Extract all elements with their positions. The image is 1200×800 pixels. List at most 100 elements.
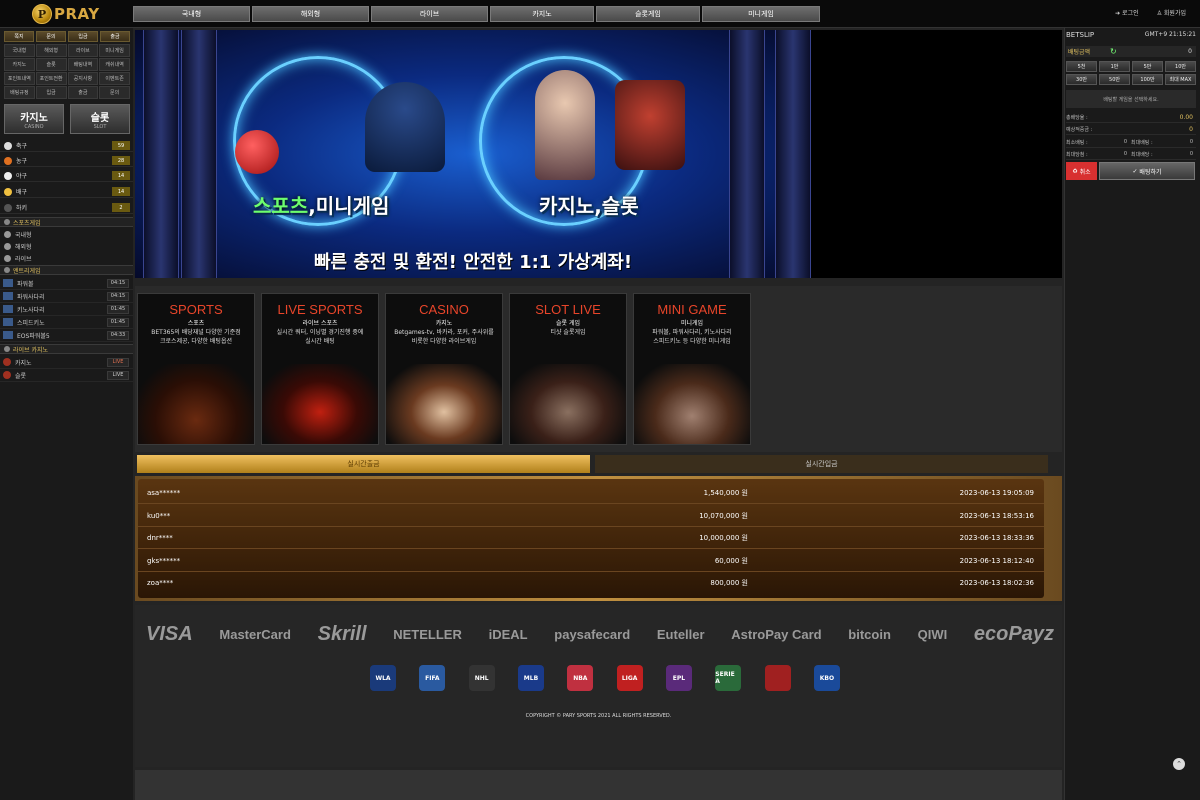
section-entry-games: 엔트리게임 (0, 265, 133, 275)
sport-label: 야구 (16, 173, 28, 180)
bet-limits-row: 최소배팅 : 0 최대배팅 : 0 (1066, 137, 1196, 148)
chip-button[interactable]: 1만 (1099, 61, 1130, 72)
nav-overseas[interactable]: 해외형 (252, 6, 369, 22)
tab-realtime-withdraw[interactable]: 실시간출금 (137, 455, 590, 473)
cancel-button[interactable]: ♻ 취소 (1066, 162, 1097, 180)
ball-icon (4, 243, 11, 250)
chip-button[interactable]: 5천 (1066, 61, 1097, 72)
game-card-casino[interactable]: CASINO 카지노 Betgames-tv, 바카라, 포커, 주사위를 비롯… (385, 293, 503, 445)
bet-amount-input[interactable]: 0 (1120, 48, 1196, 55)
minigame-row[interactable]: 키노사다리 01:45 (0, 303, 133, 316)
menu-item[interactable]: 포인트내역 (4, 72, 35, 85)
list-item: ku0*** 10,070,000 원 2023-06-13 18:53:16 (138, 505, 1044, 527)
banner-sports-caption: 스포츠,미니게임 (253, 194, 390, 218)
chip-button[interactable]: 30만 (1066, 74, 1097, 85)
sidebar-item-domestic[interactable]: 국내형 (0, 229, 133, 240)
casino-slot-tabs: 카지노 CASINO 슬롯 SLOT (4, 104, 130, 134)
volleyball-icon (4, 187, 12, 196)
menu-item[interactable]: 국내형 (4, 44, 35, 57)
sport-count: 14 (112, 187, 130, 196)
nav-slot[interactable]: 슬롯게임 (596, 6, 700, 22)
menu-item[interactable]: 출금 (67, 86, 99, 99)
card-title: SPORTS (169, 302, 223, 317)
place-bet-button[interactable]: ✓ 배팅하기 (1099, 162, 1195, 180)
countdown: 04:33 (107, 330, 129, 340)
withdraw-amount: 10,070,000 원 (699, 511, 748, 520)
minigame-row[interactable]: 파워볼 04:15 (0, 277, 133, 290)
tab-slot[interactable]: 슬롯 SLOT (70, 104, 130, 134)
tab-realtime-deposit[interactable]: 실시간입금 (595, 455, 1048, 473)
hero-banner-art[interactable]: 스포츠,미니게임 카지노,슬롯 빠른 충전 및 환전! 안전한 1:1 가상계좌… (135, 30, 811, 278)
live-row-slot[interactable]: 슬롯 LIVE (0, 369, 133, 382)
quick-inquiry-button[interactable]: 문의 (36, 31, 66, 42)
bottom-bar (135, 770, 1062, 800)
sport-row-hockey[interactable]: 하키 2 (0, 202, 133, 214)
pillar-right-inner (729, 30, 765, 278)
minigame-row[interactable]: EOS파워볼5 04:33 (0, 329, 133, 342)
sport-row-soccer[interactable]: 축구 59 (0, 140, 133, 152)
minigame-row[interactable]: 스피드키노 01:45 (0, 316, 133, 329)
fifa-logo: FIFA (419, 665, 446, 691)
signup-link[interactable]: ♙ 회원가입 (1157, 8, 1186, 17)
game-card-live-sports[interactable]: LIVE SPORTS 라이브 스포츠 실시간 쿼터, 이닝별 경기진행 중에 … (261, 293, 379, 445)
auth-links: ➔ 로그인 ♙ 회원가입 (1115, 8, 1186, 17)
menu-item[interactable]: 배팅내역 (67, 58, 99, 71)
menu-item[interactable]: 캐쉬내역 (99, 58, 130, 71)
minigame-icon (3, 318, 13, 326)
quick-deposit-button[interactable]: 입금 (68, 31, 98, 42)
card-title: CASINO (419, 302, 469, 317)
live-row-casino[interactable]: 카지노 LIVE (0, 356, 133, 369)
bet-chip-grid: 5천 1만 5만 10만 30만 50만 100만 최대 MAX (1066, 61, 1196, 85)
game-card-slot-live[interactable]: SLOT LIVE 슬롯 게임 티샷 슬롯게임 (509, 293, 627, 445)
menu-item[interactable]: 배팅규정 (4, 86, 35, 99)
expected-win-row: 예상적중금 :0 (1066, 124, 1196, 135)
login-link[interactable]: ➔ 로그인 (1115, 8, 1139, 17)
nav-live[interactable]: 라이브 (371, 6, 488, 22)
game-card-sports[interactable]: SPORTS 스포츠 BET365의 배당재널 다양한 기준점 크로스제공, 다… (137, 293, 255, 445)
chip-max-button[interactable]: 최대 MAX (1165, 74, 1196, 85)
chip-button[interactable]: 10만 (1165, 61, 1196, 72)
sidebar-item-live[interactable]: 라이브 (0, 253, 133, 264)
scroll-top-icon[interactable]: ⌃ (1173, 758, 1185, 770)
minigame-row[interactable]: 파워사다리 04:15 (0, 290, 133, 303)
sport-count: 2 (112, 203, 130, 212)
pirate-character-illustration (615, 80, 685, 170)
minigame-icon (3, 331, 13, 339)
sport-row-volleyball[interactable]: 배구 14 (0, 186, 133, 198)
withdraw-user: gks****** (147, 556, 181, 565)
mlb-logo: MLB (517, 665, 544, 691)
menu-item[interactable]: 입금 (35, 86, 67, 99)
slot-chip-icon (3, 371, 11, 379)
nav-domestic[interactable]: 국내형 (133, 6, 250, 22)
card-subtitle: 라이브 스포츠 (302, 320, 338, 327)
menu-item[interactable]: 해외형 (35, 44, 67, 57)
quick-withdraw-button[interactable]: 출금 (100, 31, 130, 42)
menu-item[interactable]: 카지노 (4, 58, 35, 71)
sidebar-item-overseas[interactable]: 해외형 (0, 241, 133, 252)
sport-row-baseball[interactable]: 야구 14 (0, 170, 133, 182)
menu-item[interactable]: 이벤트존 (99, 72, 130, 85)
hockey-puck-icon (4, 203, 12, 212)
menu-item[interactable]: 공지사항 (67, 72, 99, 85)
game-card-mini-game[interactable]: MINI GAME 미니게임 파워볼, 파워사다리, 키노사다리 스피드키노 등… (633, 293, 751, 445)
menu-item[interactable]: 라이브 (67, 44, 99, 57)
chip-button[interactable]: 50만 (1099, 74, 1130, 85)
tab-casino[interactable]: 카지노 CASINO (4, 104, 64, 134)
sport-row-basketball[interactable]: 농구 28 (0, 155, 133, 167)
site-logo[interactable]: P PRAY (32, 3, 112, 25)
ufc-logo (764, 665, 791, 691)
refresh-icon[interactable]: ↻ (1110, 47, 1120, 56)
menu-item[interactable]: 미니게임 (99, 44, 130, 57)
nav-casino[interactable]: 카지노 (490, 6, 594, 22)
quick-message-button[interactable]: 쪽지 (4, 31, 34, 42)
menu-item[interactable]: 포인트전환 (35, 72, 67, 85)
chip-button[interactable]: 5만 (1132, 61, 1163, 72)
card-subtitle: 카지노 (435, 320, 453, 327)
bitcoin-logo: bitcoin (848, 626, 891, 642)
nav-minigame[interactable]: 미니게임 (702, 6, 820, 22)
chip-button[interactable]: 100만 (1132, 74, 1163, 85)
menu-item[interactable]: 슬롯 (35, 58, 67, 71)
menu-item[interactable]: 문의 (99, 86, 130, 99)
sports-players-image (138, 364, 254, 444)
serie-a-logo: SERIE A (715, 665, 742, 691)
